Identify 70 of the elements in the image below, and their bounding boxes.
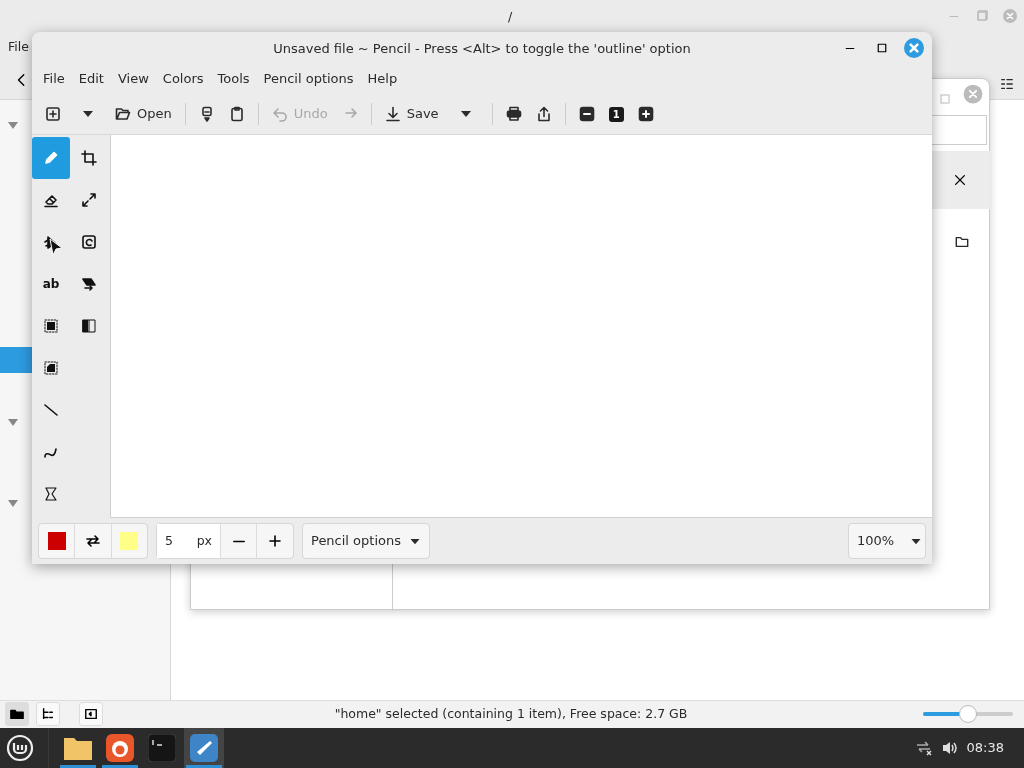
skew-icon (81, 276, 97, 292)
window-title: / (508, 8, 513, 26)
plus-icon (267, 533, 283, 549)
eraser-icon (43, 192, 59, 208)
close-icon (1002, 8, 1018, 24)
window-title: Unsaved file ~ Pencil - Press <Alt> to toggle the 'outline' option (272, 40, 692, 58)
printer-icon (505, 106, 522, 122)
clock[interactable]: 08:38 (966, 738, 1004, 758)
menu-item[interactable]: Edit (71, 65, 111, 93)
minus-icon (231, 539, 246, 543)
sidebar-selected-row[interactable] (0, 347, 34, 373)
dialog-header (932, 151, 990, 209)
statusbar-button[interactable] (36, 702, 60, 726)
tool-button[interactable]: ab (32, 263, 70, 305)
caret-icon (409, 537, 421, 545)
maximize-icon (876, 42, 888, 54)
swap-arrows-icon (85, 533, 101, 549)
network-icon[interactable] (914, 738, 933, 758)
folder-icon (63, 735, 93, 761)
caret-icon (910, 537, 923, 545)
options-dropdown[interactable]: Pencil options (302, 523, 430, 559)
toolbar-button[interactable]: Open (108, 99, 179, 129)
cursor-icon (49, 237, 63, 256)
minus-square-icon (578, 106, 595, 122)
free-selection-icon (43, 360, 59, 376)
close-icon (953, 173, 967, 187)
share-icon (535, 106, 552, 122)
status-text: "home" selected (containing 1 item), Free space: 2.7 GB (333, 705, 689, 723)
statusbar-button[interactable] (79, 702, 103, 726)
pencil-icon (43, 150, 59, 166)
terminal-icon (148, 734, 176, 762)
slider-thumb[interactable] (959, 705, 977, 723)
crop-icon (81, 150, 97, 166)
menu-item[interactable]: Tools (210, 65, 257, 93)
zoom-dropdown[interactable]: 100% (848, 523, 926, 559)
download-icon (384, 106, 401, 122)
rectangle-selection-icon (43, 318, 59, 334)
menu-item[interactable]: File (36, 65, 72, 93)
menu-item[interactable]: View (110, 65, 156, 93)
clipboard-icon (228, 106, 245, 122)
gradient-icon (81, 318, 97, 334)
menu-item[interactable]: Pencil options (256, 65, 361, 93)
toolbar-button[interactable]: 1 (601, 99, 631, 129)
maximize-icon (974, 8, 990, 24)
plus-square-icon (45, 106, 61, 122)
menu-item[interactable]: Colors (155, 65, 211, 93)
minimize-icon (844, 46, 856, 50)
tree-icon (41, 707, 55, 721)
sidebar-toggle-icon (84, 707, 98, 721)
unit-label: px (196, 531, 212, 550)
pencil-app-icon (190, 734, 218, 762)
folder-icon (10, 707, 24, 721)
undo-icon (271, 106, 288, 122)
logo-icon (6, 734, 34, 762)
taskbar-app-button[interactable] (184, 728, 224, 768)
plus-square-icon (637, 106, 654, 122)
close-icon (963, 84, 983, 104)
toolbar-button[interactable]: Save (377, 99, 446, 129)
line-icon (43, 402, 59, 418)
input-field[interactable] (932, 115, 987, 145)
minimize-icon (948, 14, 960, 18)
close-icon (904, 38, 924, 58)
hourglass-shape-icon (43, 486, 59, 502)
expand-arrows-icon (81, 192, 97, 208)
size-value: 5 (165, 531, 173, 550)
size-field[interactable]: 5 px (157, 524, 221, 558)
menu-item[interactable]: Help (360, 65, 405, 93)
statusbar-button[interactable] (5, 702, 29, 726)
menu-item[interactable]: File (8, 38, 29, 57)
folder-icon (115, 106, 131, 122)
